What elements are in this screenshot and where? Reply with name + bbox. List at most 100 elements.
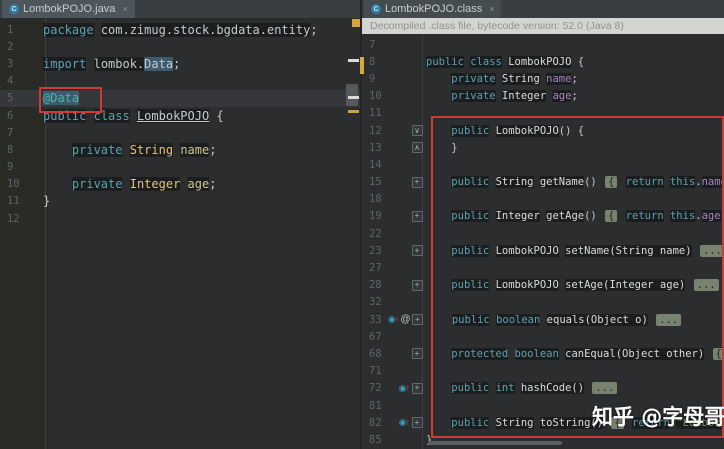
fold-marker-icon[interactable]: + xyxy=(411,348,423,360)
line-number: 67 xyxy=(369,330,382,343)
code-line[interactable]: 32 xyxy=(362,294,724,311)
code-line[interactable]: 15 + public String getName() { return thi… xyxy=(362,174,724,191)
line-number: 32 xyxy=(369,296,382,309)
code-token: () xyxy=(584,176,604,189)
code-line[interactable]: 67 xyxy=(362,328,724,345)
code-text: public class LombokPOJO { xyxy=(38,108,224,123)
line-number: 15 xyxy=(369,176,382,189)
code-token: lombok. xyxy=(93,56,145,71)
info-mark xyxy=(348,59,359,62)
code-line[interactable]: 28 + public LombokPOJO setAge(Integer age… xyxy=(362,277,724,294)
code-line[interactable]: 3 import lombok.Data; xyxy=(0,55,360,72)
folded-code-placeholder[interactable]: ... xyxy=(592,382,618,395)
folded-code-placeholder[interactable]: { xyxy=(605,210,618,223)
code-line[interactable]: 5 @Data xyxy=(0,89,360,107)
code-token: getName xyxy=(539,176,585,189)
code-line[interactable]: 11 xyxy=(362,105,724,122)
code-line[interactable]: 10 private Integer age; xyxy=(362,88,724,105)
editor-pane-decompiled-class[interactable]: 7 8 public class LombokPOJO {9 private Str… xyxy=(362,18,724,449)
override-method-icon[interactable]: ◉↑ xyxy=(388,315,399,324)
fold-marker-icon[interactable]: + xyxy=(411,210,423,222)
vertical-scrollbar-thumb[interactable] xyxy=(346,84,358,106)
code-line[interactable]: 13 ∧ } xyxy=(362,139,724,156)
warning-bar xyxy=(360,57,364,74)
override-method-icon[interactable]: ◉↑ xyxy=(399,418,410,427)
fold-marker-icon[interactable]: + xyxy=(411,382,423,394)
fold-gutter: + xyxy=(410,174,424,191)
fold-marker-icon[interactable]: ∨ xyxy=(411,125,423,137)
code-line[interactable]: 1 package com.zimug.stock.bgdata.entity; xyxy=(0,21,360,38)
fold-marker-icon[interactable]: + xyxy=(411,245,423,257)
code-line[interactable]: 9 private String name; xyxy=(362,70,724,87)
code-line[interactable]: 4 xyxy=(0,73,360,90)
folded-code-placeholder[interactable]: ... xyxy=(693,279,719,292)
fold-marker-icon[interactable]: + xyxy=(411,279,423,291)
code-line[interactable]: 68 + protected boolean canEqual(Object ot… xyxy=(362,345,724,362)
close-icon[interactable]: × xyxy=(489,4,494,14)
code-text: public class LombokPOJO { xyxy=(424,55,584,68)
code-line[interactable]: 12 xyxy=(0,210,360,227)
code-line[interactable]: 11} xyxy=(0,193,360,210)
code-token: LombokPOJO xyxy=(495,244,559,257)
code-line[interactable]: 9 xyxy=(0,159,360,176)
code-token: public xyxy=(451,279,490,292)
code-token: @Data xyxy=(43,91,80,106)
fold-marker-icon[interactable]: + xyxy=(411,417,423,429)
tab-lombokpojo-java[interactable]: C LombokPOJO.java × xyxy=(2,0,135,18)
code-line[interactable]: 22 xyxy=(362,225,724,242)
horizontal-scrollbar-thumb[interactable] xyxy=(428,441,562,445)
code-token: age xyxy=(701,210,721,223)
close-icon[interactable]: × xyxy=(122,4,127,14)
code-line[interactable]: 7 xyxy=(0,124,360,141)
fold-marker-icon[interactable]: ∧ xyxy=(411,142,423,154)
code-line[interactable]: 7 xyxy=(362,36,724,53)
code-line[interactable]: 2 xyxy=(0,38,360,55)
line-number: 4 xyxy=(7,75,14,88)
line-number: 3 xyxy=(7,57,14,70)
code-line[interactable]: 8 public class LombokPOJO { xyxy=(362,53,724,70)
fold-marker-icon[interactable]: + xyxy=(412,314,424,326)
tab-lombokpojo-class[interactable]: C LombokPOJO.class × xyxy=(364,0,502,18)
code-token: public xyxy=(451,382,490,395)
editor-pane-java-source[interactable]: 1 package com.zimug.stock.bgdata.entity; 2… xyxy=(0,18,360,449)
gutter-icon-zone xyxy=(388,105,410,122)
folded-code-placeholder[interactable]: ... xyxy=(656,313,682,326)
code-token: public xyxy=(451,210,490,223)
override-method-icon[interactable]: ◉↑ xyxy=(399,383,410,393)
folded-code-placeholder[interactable]: { retur xyxy=(712,347,724,360)
code-token: () xyxy=(584,210,604,223)
code-line[interactable]: 12 ∨ public LombokPOJO() { xyxy=(362,122,724,139)
code-token: import xyxy=(43,56,87,71)
code-line[interactable]: 71 xyxy=(362,363,724,380)
line-number: 19 xyxy=(369,210,382,223)
code-line[interactable]: 72 ◉↑ + public int hashCode() ... xyxy=(362,380,724,397)
info-mark xyxy=(348,96,359,99)
gutter-icon-zone xyxy=(388,208,410,225)
code-line[interactable]: 33 ◉↑ @ + public boolean equals(Object o) .… xyxy=(362,311,724,328)
code-line[interactable]: 10 private Integer age; xyxy=(0,176,360,193)
code-line[interactable]: 85} xyxy=(362,431,724,448)
fold-marker-icon[interactable]: + xyxy=(411,176,423,188)
code-line[interactable]: 27 xyxy=(362,259,724,276)
code-token: public xyxy=(451,176,490,189)
code-line[interactable]: 14 xyxy=(362,156,724,173)
gutter-icon-zone xyxy=(388,70,410,87)
line-number: 10 xyxy=(369,90,382,103)
folded-code-placeholder[interactable]: { xyxy=(605,176,618,189)
code-token: ; xyxy=(209,142,217,157)
folded-code-placeholder[interactable]: ... xyxy=(699,244,724,257)
code-line[interactable]: 6 public class LombokPOJO { xyxy=(0,107,360,124)
code-line[interactable]: 19 + public Integer getAge() { return thi… xyxy=(362,208,724,225)
code-line[interactable]: 18 xyxy=(362,191,724,208)
code-line[interactable]: 8 private String name; xyxy=(0,141,360,158)
code-line[interactable]: 23 + public LombokPOJO setName(String nam… xyxy=(362,242,724,259)
code-token: this xyxy=(669,176,696,189)
